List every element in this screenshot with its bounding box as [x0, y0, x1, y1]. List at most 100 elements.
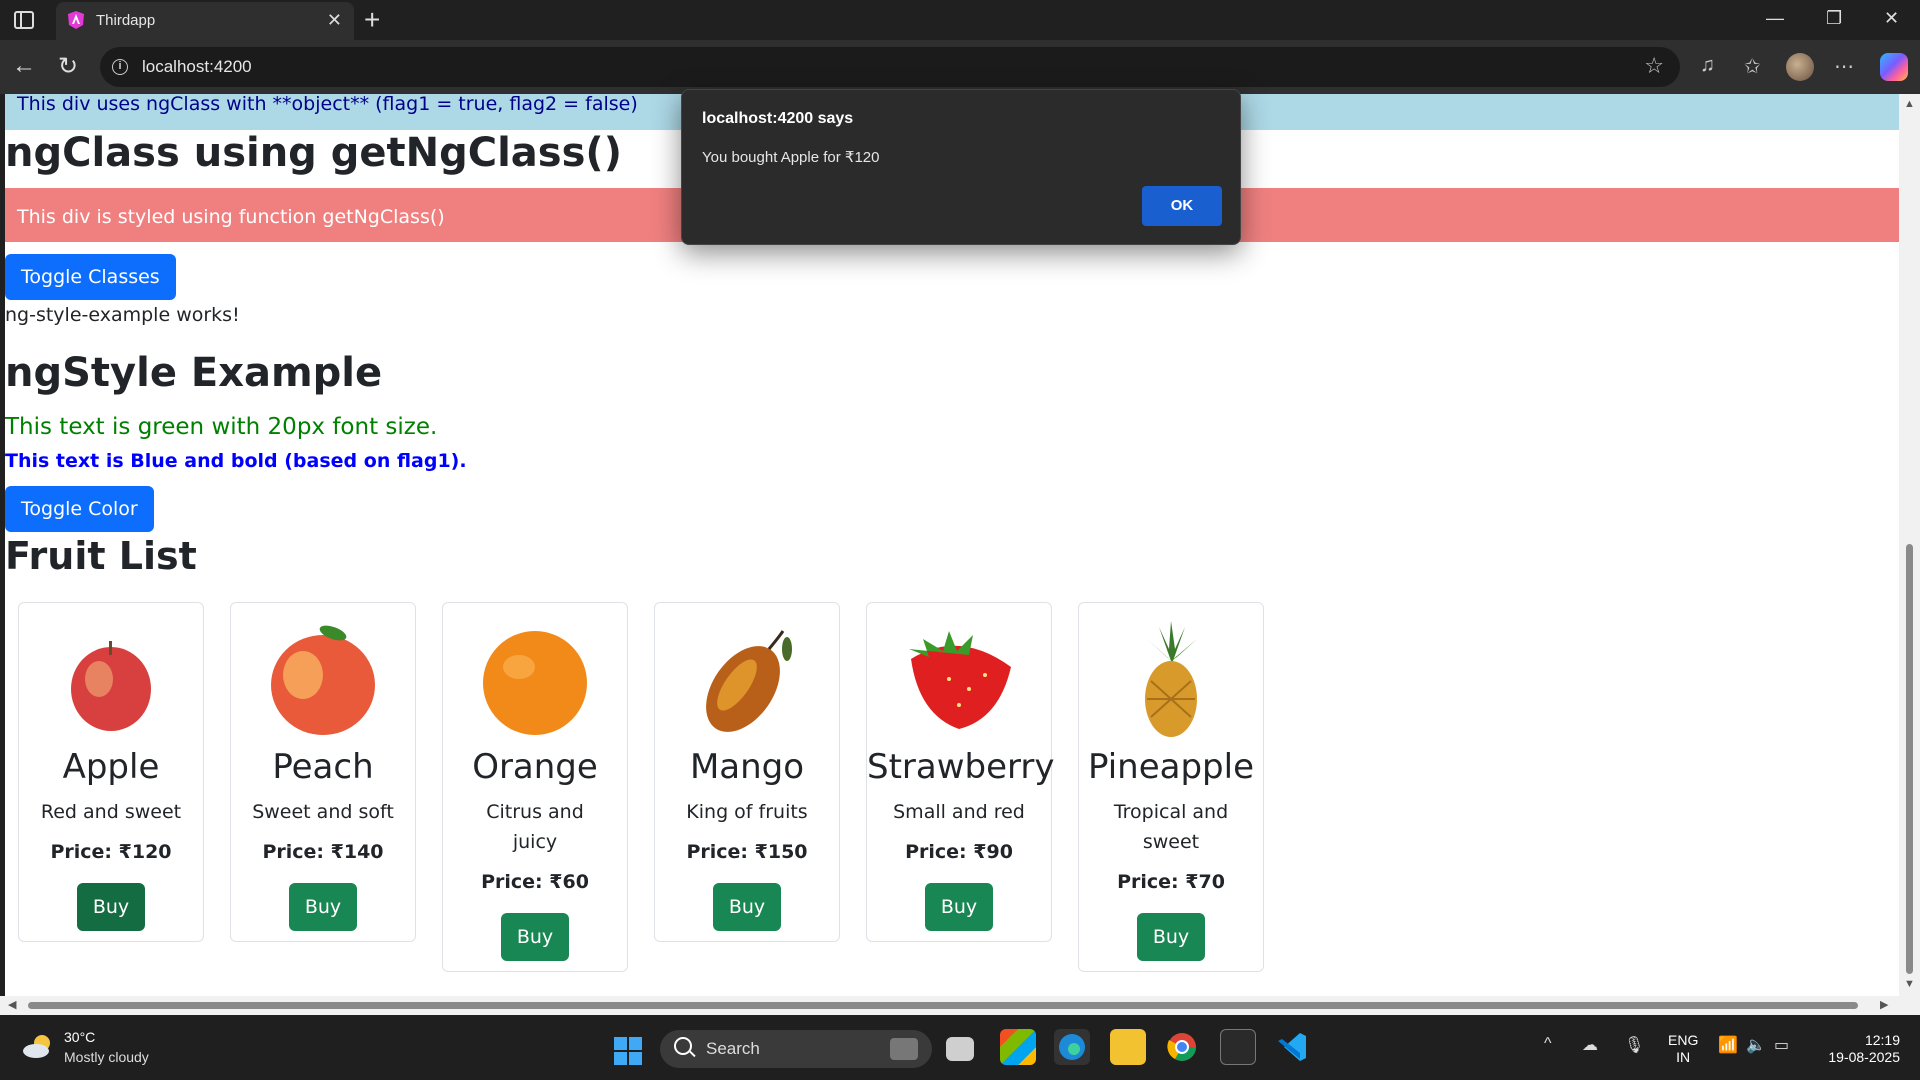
terminal-icon[interactable] — [1220, 1029, 1256, 1065]
profile-avatar[interactable] — [1786, 53, 1814, 81]
close-tab-icon[interactable]: ✕ — [327, 10, 342, 31]
fruit-list-heading: Fruit List — [5, 534, 197, 578]
edge-icon[interactable] — [1054, 1029, 1090, 1065]
fruit-description: Sweet and soft — [252, 801, 394, 823]
fruit-price: Price: ₹140 — [262, 841, 384, 863]
buy-button[interactable]: Buy — [924, 883, 994, 931]
browser-tab[interactable]: Thirdapp ✕ — [56, 2, 354, 40]
weather-condition[interactable]: Mostly cloudy — [64, 1049, 149, 1065]
reload-icon[interactable]: ↻ — [58, 52, 78, 81]
fruit-card-orange: Orange Citrus and juicy Price: ₹60 Buy — [442, 602, 628, 972]
search-label: Search — [706, 1039, 760, 1058]
fruit-description: King of fruits — [686, 801, 808, 823]
language-region: IN — [1676, 1049, 1691, 1065]
buy-button[interactable]: Buy — [76, 883, 146, 931]
url-text[interactable]: localhost:4200 — [142, 57, 252, 77]
taskbar-search[interactable]: Search — [660, 1030, 932, 1068]
fruit-name: Orange — [472, 747, 598, 787]
restore-icon[interactable]: ❐ — [1826, 8, 1842, 29]
vscode-icon[interactable] — [1274, 1029, 1310, 1065]
fruit-card-strawberry: Strawberry Small and red Price: ₹90 Buy — [866, 602, 1055, 942]
toggle-color-button[interactable]: Toggle Color — [5, 486, 154, 532]
horizontal-scroll-thumb[interactable] — [28, 1002, 1858, 1009]
fruit-name: Strawberry — [867, 747, 1055, 787]
vertical-scroll-thumb[interactable] — [1906, 544, 1913, 974]
fruit-description: Red and sweet — [40, 801, 182, 823]
mango-image — [687, 619, 807, 739]
scroll-down-icon[interactable]: ▼ — [1904, 978, 1915, 990]
green-text: This text is green with 20px font size. — [5, 414, 438, 440]
language-indicator[interactable]: ENG IN — [1668, 1032, 1698, 1066]
scroll-left-icon[interactable]: ◀ — [8, 998, 16, 1011]
onedrive-icon[interactable]: ☁ — [1582, 1035, 1598, 1055]
buy-button[interactable]: Buy — [500, 913, 570, 961]
ngclass-heading: ngClass using getNgClass() — [5, 130, 622, 176]
file-explorer-icon[interactable] — [1110, 1029, 1146, 1065]
system-clock[interactable]: 12:19 19-08-2025 — [1818, 1032, 1900, 1066]
fruit-card-apple: Apple Red and sweet Price: ₹120 Buy — [18, 602, 204, 942]
blue-bold-text: This text is Blue and bold (based on fla… — [5, 450, 467, 472]
buy-button[interactable]: Buy — [288, 883, 358, 931]
fruit-price: Price: ₹120 — [50, 841, 172, 863]
scroll-up-icon[interactable]: ▲ — [1904, 98, 1915, 110]
more-menu-icon[interactable]: ⋯ — [1834, 54, 1854, 79]
fruit-card-mango: Mango King of fruits Price: ₹150 Buy — [654, 602, 840, 942]
browser-toolbar: ← ↻ i localhost:4200 ☆ ♫ ✩ ⋯ — [0, 40, 1920, 94]
peach-image — [263, 619, 383, 739]
dialog-ok-button[interactable]: OK — [1142, 186, 1222, 226]
fruit-price: Price: ₹70 — [1117, 871, 1225, 893]
vertical-scrollbar[interactable]: ▲ ▼ — [1899, 94, 1920, 996]
sidebar-toggle-icon[interactable] — [14, 11, 34, 29]
strawberry-image — [899, 619, 1019, 739]
fruit-name: Pineapple — [1087, 747, 1255, 787]
fruit-name: Apple — [62, 747, 160, 787]
new-tab-icon[interactable]: + — [364, 4, 380, 36]
browser-titlebar: Thirdapp ✕ + — ❐ ✕ — [0, 0, 1920, 40]
clock-time: 12:19 — [1864, 1032, 1900, 1048]
copilot-icon[interactable] — [1880, 53, 1908, 81]
buy-button[interactable]: Buy — [712, 883, 782, 931]
angular-icon — [68, 11, 84, 29]
clock-date: 19-08-2025 — [1828, 1049, 1900, 1065]
camera-icon — [890, 1038, 918, 1060]
fruit-price: Price: ₹60 — [481, 871, 589, 893]
dialog-title: localhost:4200 says — [702, 110, 854, 127]
wifi-icon[interactable]: 📶 — [1718, 1035, 1738, 1055]
language-code: ENG — [1668, 1032, 1699, 1048]
ngstyle-works-text: ng-style-example works! — [5, 304, 240, 326]
chevron-up-icon[interactable]: ^ — [1544, 1035, 1552, 1053]
site-info-icon[interactable]: i — [112, 59, 128, 75]
battery-icon[interactable]: ▭ — [1774, 1035, 1789, 1055]
toggle-classes-button[interactable]: Toggle Classes — [5, 254, 176, 300]
minimize-icon[interactable]: — — [1766, 8, 1784, 29]
back-icon[interactable]: ← — [12, 52, 36, 80]
ngstyle-heading: ngStyle Example — [5, 350, 383, 396]
microsoft-store-icon[interactable] — [1000, 1029, 1036, 1065]
apple-image — [51, 619, 171, 739]
search-icon — [674, 1037, 692, 1055]
chrome-icon[interactable] — [1164, 1029, 1200, 1065]
alert-dialog: localhost:4200 says You bought Apple for… — [681, 89, 1241, 245]
microphone-icon[interactable]: 🎙 — [1624, 1035, 1644, 1055]
fruit-price: Price: ₹90 — [905, 841, 1013, 863]
task-view-icon[interactable] — [946, 1037, 974, 1061]
read-aloud-icon[interactable]: ♫ — [1700, 54, 1715, 77]
scroll-right-icon[interactable]: ▶ — [1880, 998, 1888, 1011]
close-window-icon[interactable]: ✕ — [1884, 8, 1899, 29]
address-bar[interactable]: i localhost:4200 ☆ — [100, 47, 1680, 87]
buy-button[interactable]: Buy — [1136, 913, 1206, 961]
windows-start-icon[interactable] — [614, 1037, 642, 1065]
favorites-icon[interactable]: ✩ — [1744, 54, 1761, 79]
volume-icon[interactable]: 🔈 — [1746, 1035, 1766, 1055]
weather-temperature[interactable]: 30°C — [64, 1029, 95, 1045]
horizontal-scrollbar[interactable]: ◀ ▶ — [0, 996, 1920, 1015]
fruit-card-peach: Peach Sweet and soft Price: ₹140 Buy — [230, 602, 416, 942]
fruit-price: Price: ₹150 — [686, 841, 808, 863]
windows-taskbar: 30°C Mostly cloudy Search ^ ☁ 🎙 ENG IN 📶… — [0, 1015, 1920, 1080]
fruit-card-pineapple: Pineapple Tropical and sweet Price: ₹70 … — [1078, 602, 1264, 972]
fruit-description: Small and red — [893, 801, 1025, 823]
tab-title: Thirdapp — [96, 12, 156, 29]
favorite-star-icon[interactable]: ☆ — [1644, 53, 1664, 79]
cloudy-weather-icon[interactable] — [22, 1033, 56, 1059]
dialog-message: You bought Apple for ₹120 — [702, 149, 880, 166]
